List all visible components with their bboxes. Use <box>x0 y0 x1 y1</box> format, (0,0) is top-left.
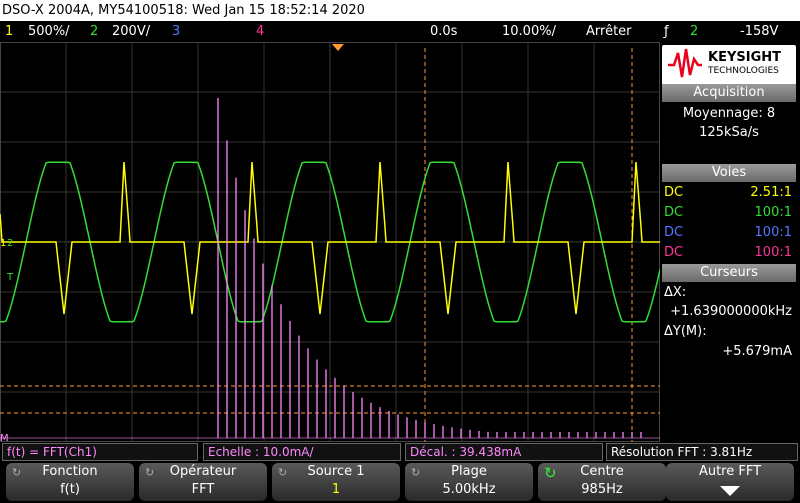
cursor-dx-label: ΔX: <box>664 285 687 300</box>
channel-2-probe: 100:1 <box>754 205 792 220</box>
channel-row-4[interactable]: DC 100:1 <box>662 243 796 262</box>
channel-1-coupling: DC <box>664 185 684 200</box>
ch1-scale[interactable]: 500%/ <box>28 21 70 42</box>
cursor-dx-value: +1.639000000kHz <box>670 304 792 319</box>
softkey-center[interactable]: ↻ Centre 985Hz <box>538 463 666 501</box>
waveform-display[interactable]: 12 T M <box>0 42 660 442</box>
ch1-number[interactable]: 1 <box>5 21 13 42</box>
channel-4-probe: 100:1 <box>754 245 792 260</box>
acquisition-mode: Moyennage: 8 <box>682 106 776 121</box>
fft-function-label: f(t) = FFT(Ch1) <box>2 443 198 461</box>
ch3-number[interactable]: 3 <box>172 21 180 42</box>
softkey-function[interactable]: ↻ Fonction f(t) <box>6 463 134 501</box>
trigger-source[interactable]: 2 <box>690 21 698 42</box>
softkey-range[interactable]: ↻ Plage 5.00kHz <box>405 463 533 501</box>
trigger-position-marker <box>332 44 344 51</box>
ch2-ground-marker: 2 <box>7 238 13 249</box>
waveform-svg: 1 2 T M <box>0 42 660 442</box>
time-scale[interactable]: 10.00%/ <box>502 21 556 42</box>
ch4-number[interactable]: 4 <box>256 21 264 42</box>
channel-2-coupling: DC <box>664 205 684 220</box>
channels-header[interactable]: Voies <box>662 164 796 182</box>
run-state[interactable]: Arrêter <box>586 21 632 42</box>
channel-1-probe: 2.51:1 <box>750 185 792 200</box>
channel-3-probe: 100:1 <box>754 225 792 240</box>
window-title: DSO-X 2004A, MY54100518: Wed Jan 15 18:5… <box>0 0 800 21</box>
trigger-level-marker: T <box>6 272 14 283</box>
ch2-number[interactable]: 2 <box>90 21 98 42</box>
channel-row-1[interactable]: DC 2.51:1 <box>662 183 796 202</box>
softkey-more-fft[interactable]: Autre FFT <box>666 463 794 501</box>
ch2-scale[interactable]: 200V/ <box>112 21 150 42</box>
fft-offset-label: Décal. : 39.438mA <box>405 443 603 461</box>
softkey-operator[interactable]: ↻ Opérateur FFT <box>139 463 267 501</box>
fft-scale-label: Echelle : 10.0mA/ <box>203 443 401 461</box>
softkey-source[interactable]: ↻ Source 1 1 <box>272 463 400 501</box>
math-marker: M <box>0 433 9 442</box>
brand-sub: TECHNOLOGIES <box>708 66 779 76</box>
acquisition-rate: 125kSa/s <box>699 125 759 140</box>
acquisition-header[interactable]: Acquisition <box>662 84 796 102</box>
cursors-header[interactable]: Curseurs <box>662 264 796 282</box>
ch1-ground-marker: 1 <box>0 238 6 249</box>
brand-name: KEYSIGHT <box>708 50 781 65</box>
channel-row-3[interactable]: DC 100:1 <box>662 223 796 242</box>
channel-4-coupling: DC <box>664 245 684 260</box>
arrow-down-icon <box>720 486 740 496</box>
channel-3-coupling: DC <box>664 225 684 240</box>
keysight-logo: KEYSIGHT TECHNOLOGIES <box>662 45 796 85</box>
time-position[interactable]: 0.0s <box>430 21 457 42</box>
trigger-edge-icon: ƒ <box>664 24 669 39</box>
trigger-level[interactable]: -158V <box>740 21 778 42</box>
cursor-dy-label: ΔY(M): <box>664 324 707 339</box>
status-bar: 1 500%/ 2 200V/ 3 4 0.0s 10.00%/ Arrêter… <box>0 21 800 42</box>
fft-resolution-label: Résolution FFT : 3.81Hz <box>606 443 798 461</box>
channel-row-2[interactable]: DC 100:1 <box>662 203 796 222</box>
cursor-dy-value: +5.679mA <box>722 344 792 359</box>
